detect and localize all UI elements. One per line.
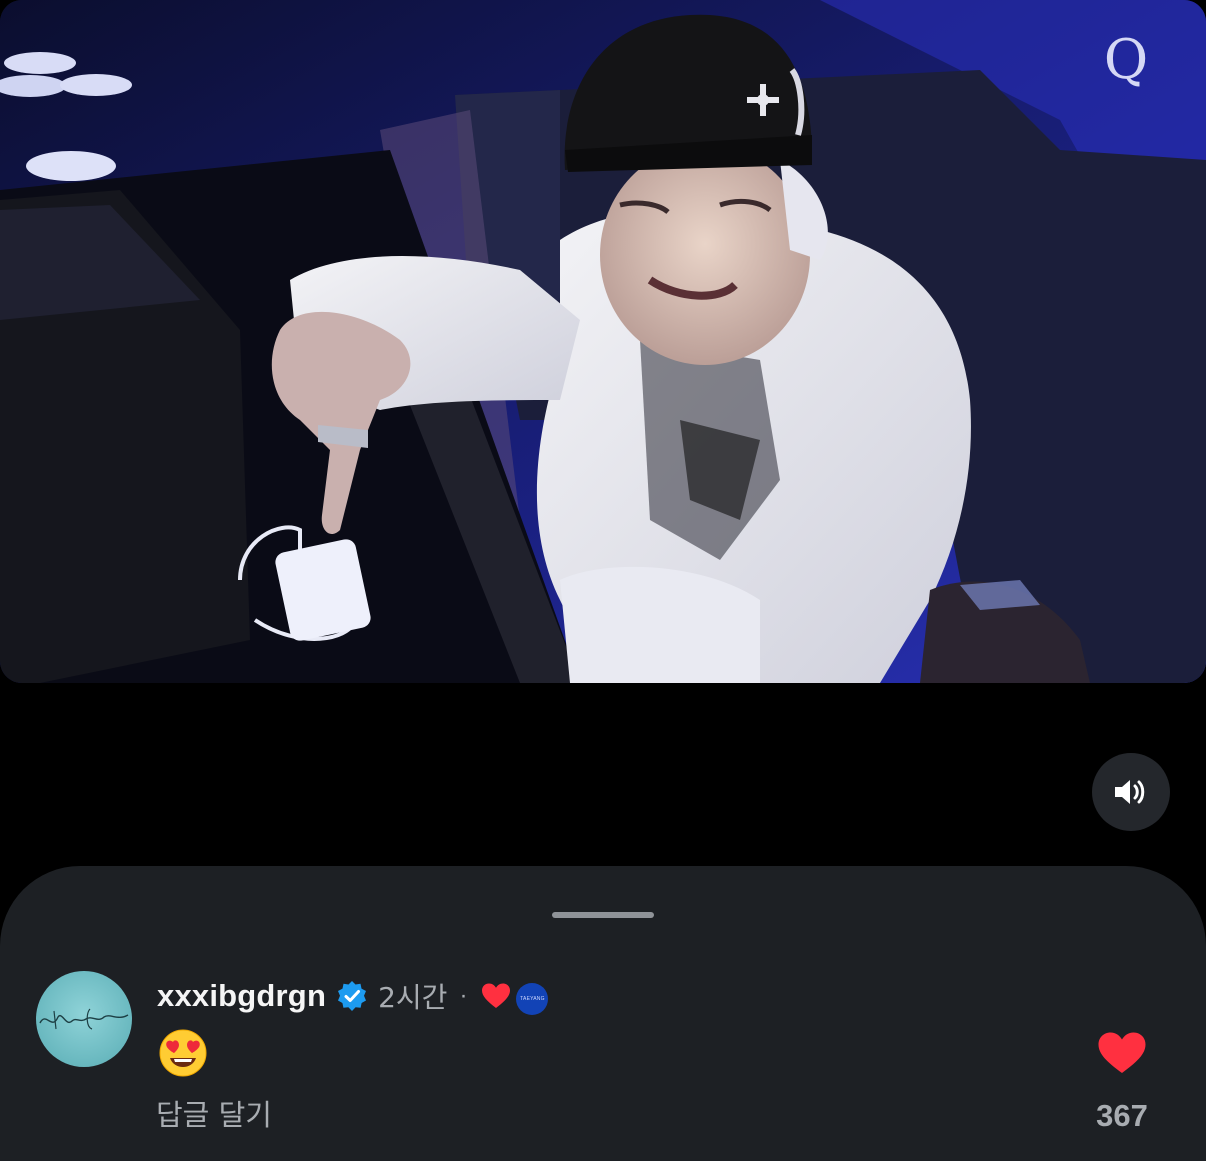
comments-sheet: xxxibgdrgn 2시간 · TAEYANG 답글 달기 367 [0,866,1206,1161]
separator-dot: · [459,982,468,1009]
smiling-face-with-heart-eyes-emoji [159,1029,207,1077]
comment-header: xxxibgdrgn 2시간 · TAEYANG [157,974,549,1018]
like-heart-button[interactable] [1097,1031,1147,1075]
sheet-drag-handle[interactable] [552,912,654,918]
comment-username[interactable]: xxxibgdrgn [157,978,326,1014]
video-frame-image [0,0,1206,683]
verified-badge-icon [338,981,367,1011]
reels-comment-screen: Q xxxibgdrgn 2시간 · TAEYANG 답글 달기 367 [0,0,1206,1161]
video-player[interactable]: Q [0,0,1206,683]
comment-timestamp: 2시간 [378,981,448,1014]
mute-toggle-button[interactable] [1092,753,1170,831]
reply-button[interactable]: 답글 달기 [156,1092,272,1134]
creator-profile-badge: TAEYANG [516,983,549,1015]
channel-logo-watermark: Q [1103,28,1149,91]
red-heart-icon [482,983,511,1008]
like-count: 367 [1096,1098,1148,1133]
avatar[interactable] [36,971,132,1067]
avatar-signature-image [39,1008,129,1030]
speaker-volume-icon [1115,780,1145,804]
